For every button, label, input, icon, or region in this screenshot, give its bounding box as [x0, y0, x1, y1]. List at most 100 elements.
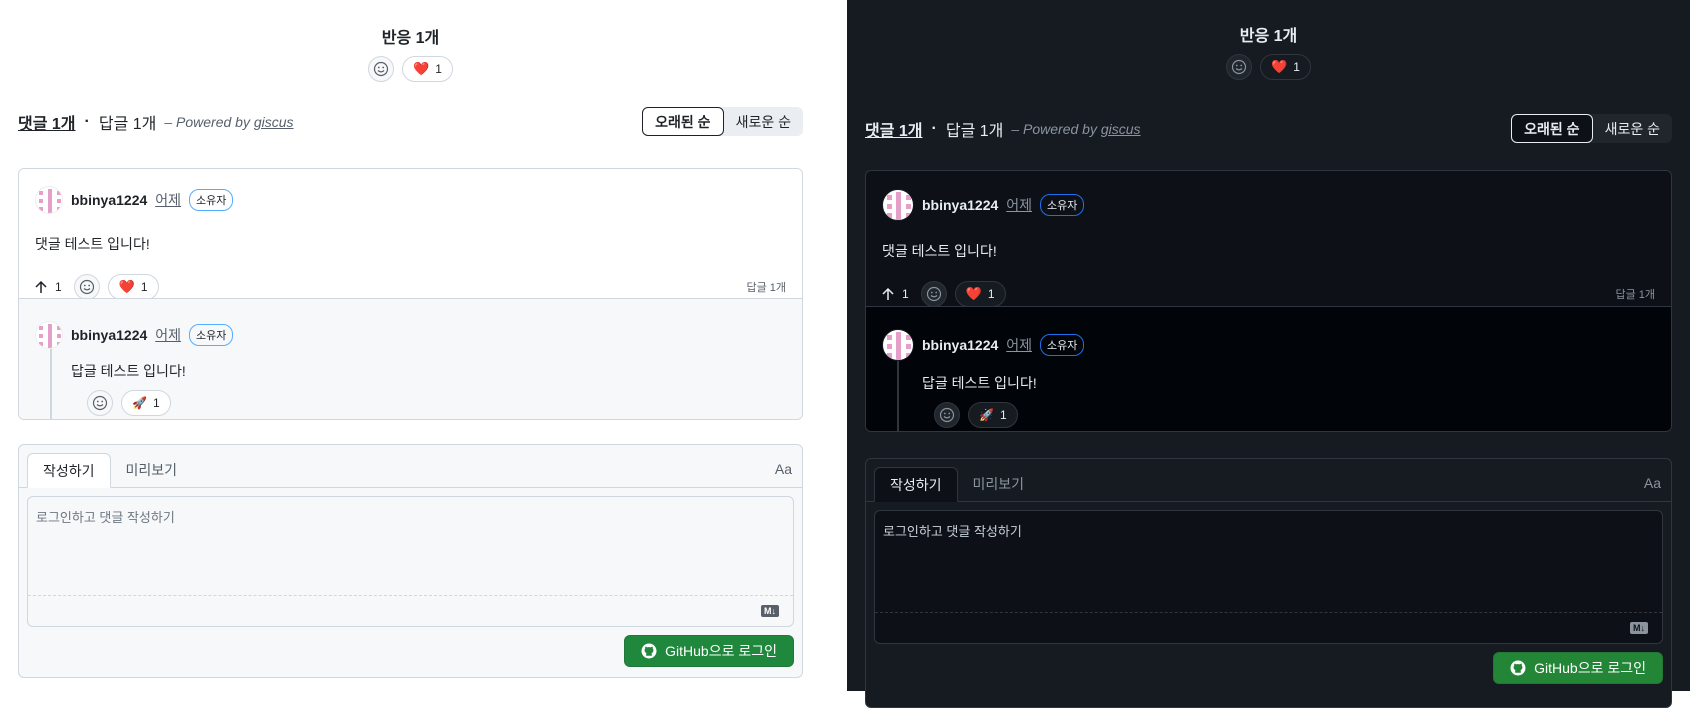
rocket-icon: 🚀: [132, 396, 147, 410]
smiley-icon: [373, 61, 389, 77]
sort-newest-button[interactable]: 새로운 순: [1593, 114, 1672, 143]
add-reaction-button[interactable]: [934, 402, 960, 428]
upvote-count: 1: [902, 287, 909, 301]
comment: bbinya1224 어제 소유자 댓글 테스트 입니다! 1 ❤️ 1 답글 …: [866, 171, 1671, 307]
panel-gutter: [821, 0, 847, 691]
avatar[interactable]: [882, 189, 914, 221]
timestamp[interactable]: 어제: [155, 190, 181, 210]
reply-count: 답글 1개: [1615, 289, 1655, 301]
tab-write[interactable]: 작성하기: [874, 467, 958, 502]
upvote-button[interactable]: 1: [882, 287, 909, 301]
comment-thread: bbinya1224 어제 소유자 댓글 테스트 입니다! 1 ❤️ 1 답글 …: [865, 170, 1672, 432]
heart-reaction-button[interactable]: ❤️ 1: [107, 274, 159, 300]
rocket-count: 1: [999, 408, 1007, 422]
reply-count-total: 답글 1개: [945, 122, 1004, 140]
dark-theme-panel: 반응 1개 ❤️ 1 댓글 1개 · 답글 1개 – Powered by gi…: [847, 0, 1690, 708]
comment-editor: 작성하기 미리보기 Aa 로그인하고 댓글 작성하기 M↓ GitHub으로 로…: [865, 458, 1672, 708]
owner-badge: 소유자: [1040, 194, 1085, 216]
comment-textarea[interactable]: 로그인하고 댓글 작성하기: [875, 511, 1662, 613]
tab-preview[interactable]: 미리보기: [111, 452, 193, 487]
smiley-icon: [926, 286, 941, 302]
add-reaction-button[interactable]: [87, 390, 113, 416]
powered-by: – Powered by giscus: [164, 113, 294, 130]
sort-toggle: 오래된 순 새로운 순: [1511, 114, 1672, 143]
github-login-label: GitHub으로 로그인: [1534, 660, 1646, 676]
font-toggle-button[interactable]: Aa: [1644, 475, 1661, 491]
github-login-button[interactable]: GitHub으로 로그인: [624, 635, 794, 667]
light-theme-panel: 반응 1개 ❤️ 1 댓글 1개 · 답글 1개 – Powered by gi…: [0, 0, 821, 691]
rocket-reaction-button[interactable]: 🚀 1: [968, 402, 1018, 428]
add-reaction-button[interactable]: [368, 56, 395, 82]
add-reaction-button[interactable]: [73, 274, 100, 300]
separator-dot: ·: [931, 119, 937, 137]
heart-count: 1: [435, 62, 442, 76]
comment-count-bar: 댓글 1개 · 답글 1개 – Powered by giscus 오래된 순 …: [18, 107, 803, 136]
comment: bbinya1224 어제 소유자 댓글 테스트 입니다! 1 ❤️ 1 답글 …: [19, 169, 802, 300]
comment-count[interactable]: 댓글 1개: [18, 110, 76, 134]
github-login-label: GitHub으로 로그인: [665, 643, 777, 659]
tab-preview[interactable]: 미리보기: [958, 466, 1040, 501]
add-reaction-button[interactable]: [920, 281, 947, 307]
arrow-up-icon: [882, 287, 894, 300]
separator-dot: ·: [84, 112, 90, 130]
upvote-count: 1: [55, 280, 62, 294]
thread-line: [897, 359, 899, 431]
rocket-reaction-button[interactable]: 🚀 1: [121, 390, 171, 416]
upvote-button[interactable]: 1: [35, 280, 62, 294]
github-icon: [641, 643, 657, 659]
github-login-button[interactable]: GitHub으로 로그인: [1493, 652, 1663, 684]
comment-body: 댓글 테스트 입니다!: [35, 236, 150, 252]
markdown-icon: M↓: [1630, 622, 1648, 634]
comment-body: 댓글 테스트 입니다!: [882, 243, 997, 259]
font-toggle-button[interactable]: Aa: [775, 461, 792, 477]
giscus-link[interactable]: giscus: [1101, 121, 1141, 137]
arrow-up-icon: [35, 280, 47, 293]
sort-oldest-button[interactable]: 오래된 순: [1511, 114, 1593, 143]
heart-reaction-button[interactable]: ❤️ 1: [1260, 54, 1311, 80]
rocket-count: 1: [152, 396, 160, 410]
reactions-section: 반응 1개 ❤️ 1: [0, 24, 821, 82]
add-reaction-button[interactable]: [1226, 54, 1253, 80]
timestamp[interactable]: 어제: [155, 325, 181, 345]
smiley-icon: [1231, 59, 1247, 75]
owner-badge: 소유자: [189, 189, 234, 211]
reactions-section: 반응 1개 ❤️ 1: [847, 22, 1690, 80]
tab-write[interactable]: 작성하기: [27, 453, 111, 488]
timestamp[interactable]: 어제: [1006, 335, 1032, 355]
author-name[interactable]: bbinya1224: [71, 327, 147, 343]
sort-newest-button[interactable]: 새로운 순: [724, 107, 803, 136]
comment-textarea[interactable]: 로그인하고 댓글 작성하기: [28, 497, 793, 596]
author-name[interactable]: bbinya1224: [922, 197, 998, 213]
owner-badge: 소유자: [189, 324, 234, 346]
smiley-icon: [939, 407, 955, 423]
reply-count: 답글 1개: [746, 282, 786, 294]
giscus-link[interactable]: giscus: [254, 114, 294, 130]
thread-line: [50, 347, 52, 419]
avatar[interactable]: [35, 321, 63, 349]
author-name[interactable]: bbinya1224: [922, 337, 998, 353]
avatar[interactable]: [35, 186, 63, 214]
smiley-icon: [92, 395, 108, 411]
reply-body: 답글 테스트 입니다!: [71, 363, 186, 379]
reactions-title: 반응 1개: [1239, 28, 1298, 45]
reactions-title: 반응 1개: [381, 30, 440, 47]
author-name[interactable]: bbinya1224: [71, 192, 147, 208]
heart-reaction-button[interactable]: ❤️ 1: [954, 281, 1006, 307]
rocket-icon: 🚀: [979, 408, 994, 422]
reply-body: 답글 테스트 입니다!: [922, 375, 1037, 391]
timestamp[interactable]: 어제: [1006, 195, 1032, 215]
comment-thread: bbinya1224 어제 소유자 댓글 테스트 입니다! 1 ❤️ 1 답글 …: [18, 168, 803, 420]
heart-count: 1: [140, 280, 148, 294]
sort-toggle: 오래된 순 새로운 순: [642, 107, 803, 136]
reply-count-total: 답글 1개: [98, 115, 157, 133]
comment-count[interactable]: 댓글 1개: [865, 117, 923, 141]
avatar[interactable]: [882, 329, 914, 361]
heart-count: 1: [1293, 60, 1300, 74]
sort-oldest-button[interactable]: 오래된 순: [642, 107, 724, 136]
markdown-icon: M↓: [761, 605, 779, 617]
reply: bbinya1224 어제 소유자 답글 테스트 입니다! 🚀 1: [866, 306, 1671, 431]
comment-editor: 작성하기 미리보기 Aa 로그인하고 댓글 작성하기 M↓ GitHub으로 로…: [18, 444, 803, 678]
owner-badge: 소유자: [1040, 334, 1085, 356]
heart-reaction-button[interactable]: ❤️ 1: [402, 56, 453, 82]
smiley-icon: [79, 279, 94, 295]
